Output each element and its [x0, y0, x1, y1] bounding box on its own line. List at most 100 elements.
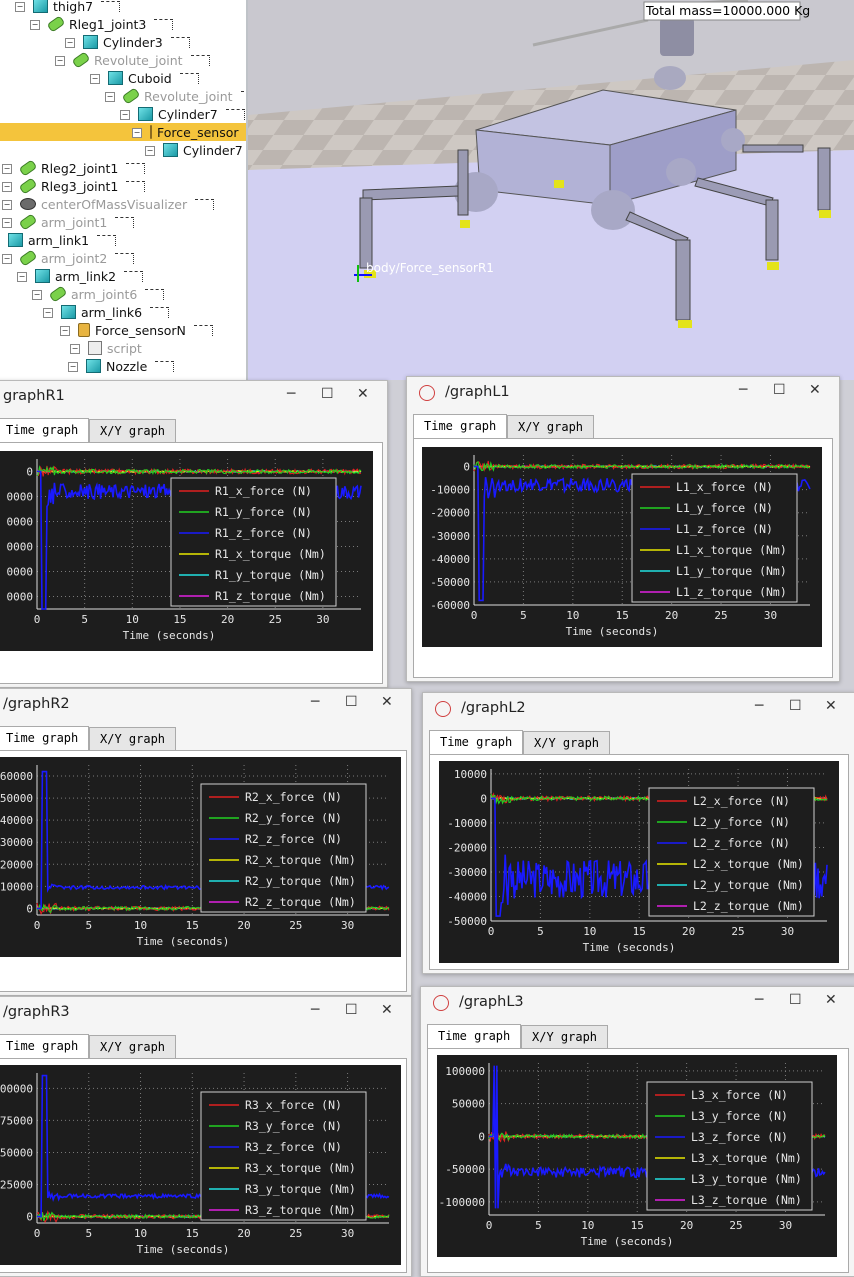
- tree-expander-icon[interactable]: −: [60, 326, 70, 336]
- time-graph-plot[interactable]: 0 5 10 15 20 25 30 0 -10000 -20000 -30000 -40000 -50…: [422, 447, 822, 647]
- tree-expander-icon[interactable]: −: [43, 308, 53, 318]
- tree-item[interactable]: Cylinder3: [83, 33, 190, 51]
- minimize-button[interactable]: ─: [311, 1002, 319, 1018]
- 3d-viewport[interactable]: Total mass=10000.000 Kg body/Force_senso…: [248, 0, 854, 380]
- visibility-toggle-icon[interactable]: [170, 36, 190, 48]
- visibility-toggle-icon[interactable]: [150, 306, 170, 318]
- close-button[interactable]: ✕: [381, 694, 393, 710]
- tree-item[interactable]: Revolute_joint: [121, 87, 246, 105]
- graph-window-r3[interactable]: /graphR3 ─ ☐ ✕ Time graph X/Y graph 0 5 10 15 20 25…: [0, 996, 412, 1277]
- close-button[interactable]: ✕: [809, 382, 821, 398]
- visibility-toggle-icon[interactable]: [115, 216, 135, 228]
- tab-xy-graph[interactable]: X/Y graph: [507, 415, 595, 439]
- visibility-toggle-icon[interactable]: [155, 360, 175, 372]
- maximize-button[interactable]: ☐: [773, 382, 786, 398]
- visibility-toggle-icon[interactable]: [179, 72, 199, 84]
- tree-expander-icon[interactable]: −: [15, 2, 25, 12]
- minimize-button[interactable]: ─: [311, 694, 319, 710]
- tree-item[interactable]: Cylinder7: [138, 105, 245, 123]
- tree-expander-icon[interactable]: −: [70, 344, 80, 354]
- visibility-toggle-icon[interactable]: [115, 252, 135, 264]
- tree-expander-icon[interactable]: −: [2, 200, 12, 210]
- tree-expander-icon[interactable]: −: [145, 146, 155, 156]
- maximize-button[interactable]: ☐: [789, 698, 802, 714]
- tab-xy-graph[interactable]: X/Y graph: [521, 1025, 609, 1049]
- close-button[interactable]: ✕: [381, 1002, 393, 1018]
- tab-xy-graph[interactable]: X/Y graph: [89, 419, 177, 443]
- visibility-toggle-icon[interactable]: [225, 108, 245, 120]
- tree-item[interactable]: Nozzle: [86, 357, 175, 375]
- tab-xy-graph[interactable]: X/Y graph: [523, 731, 611, 755]
- minimize-button[interactable]: ─: [739, 382, 747, 398]
- tree-item[interactable]: Rleg1_joint3: [46, 15, 174, 33]
- tab-time-graph[interactable]: Time graph: [0, 1034, 90, 1060]
- visibility-toggle-icon[interactable]: [126, 180, 146, 192]
- graph-window-l2[interactable]: /graphL2 ─ ☐ ✕ Time graph X/Y graph 0 5 10 15 20 25…: [422, 692, 854, 974]
- tree-expander-icon[interactable]: −: [30, 20, 40, 30]
- tree-expander-icon[interactable]: −: [105, 92, 115, 102]
- tree-item[interactable]: Rleg3_joint1: [18, 177, 146, 195]
- tree-expander-icon[interactable]: −: [2, 254, 12, 264]
- tree-item[interactable]: arm_joint6: [48, 285, 165, 303]
- tree-item[interactable]: arm_link1: [8, 231, 117, 249]
- tree-expander-icon[interactable]: −: [17, 272, 27, 282]
- tree-expander-icon[interactable]: −: [2, 182, 12, 192]
- close-button[interactable]: ✕: [357, 386, 369, 402]
- visibility-toggle-icon[interactable]: [126, 162, 146, 174]
- visibility-toggle-icon[interactable]: [190, 54, 210, 66]
- visibility-toggle-icon[interactable]: [101, 0, 121, 12]
- tab-time-graph[interactable]: Time graph: [427, 1024, 522, 1050]
- maximize-button[interactable]: ☐: [345, 1002, 358, 1018]
- tree-item[interactable]: script: [88, 339, 142, 357]
- tree-expander-icon[interactable]: −: [132, 128, 142, 138]
- visibility-toggle-icon[interactable]: [97, 234, 117, 246]
- tree-expander-icon[interactable]: −: [68, 362, 78, 372]
- window-titlebar[interactable]: /graphR2 ─ ☐ ✕: [0, 689, 411, 719]
- tree-expander-icon[interactable]: −: [90, 74, 100, 84]
- tab-time-graph[interactable]: Time graph: [0, 726, 90, 752]
- visibility-toggle-icon[interactable]: [193, 324, 213, 336]
- tree-expander-icon[interactable]: −: [32, 290, 42, 300]
- time-graph-plot[interactable]: 0 5 10 15 20 25 30 100000 50000 0 -50000 -100000 Tim…: [437, 1055, 837, 1257]
- minimize-button[interactable]: ─: [287, 386, 295, 402]
- tree-item[interactable]: Revolute_joint: [71, 51, 210, 69]
- maximize-button[interactable]: ☐: [789, 992, 802, 1008]
- visibility-toggle-icon[interactable]: [240, 90, 246, 102]
- window-titlebar[interactable]: graphR1 ─ ☐ ✕: [0, 381, 387, 411]
- tree-expander-icon[interactable]: −: [120, 110, 130, 120]
- visibility-toggle-icon[interactable]: [145, 288, 165, 300]
- maximize-button[interactable]: ☐: [321, 386, 334, 402]
- visibility-toggle-icon[interactable]: [195, 198, 215, 210]
- tree-item[interactable]: Cylinder7: [163, 141, 246, 159]
- tree-expander-icon[interactable]: −: [65, 38, 75, 48]
- time-graph-plot[interactable]: 0 5 10 15 20 25 30 0 0000 0000 0000 0000 0000 Time (s…: [0, 451, 373, 651]
- maximize-button[interactable]: ☐: [345, 694, 358, 710]
- tab-xy-graph[interactable]: X/Y graph: [89, 727, 177, 751]
- tree-item[interactable]: arm_joint1: [18, 213, 135, 231]
- visibility-toggle-icon[interactable]: [154, 18, 174, 30]
- tree-item[interactable]: arm_joint2: [18, 249, 135, 267]
- visibility-toggle-icon[interactable]: [124, 270, 144, 282]
- tree-item[interactable]: arm_link2: [35, 267, 144, 285]
- scene-hierarchy-panel[interactable]: thigh7 − Rleg1_joint3 − Cylinder3 − Revolute_j…: [0, 0, 248, 380]
- time-graph-plot[interactable]: 0 5 10 15 20 25 30 10000 0 -10000 -20000 -30000 -400…: [439, 761, 839, 963]
- graph-window-r1[interactable]: graphR1 ─ ☐ ✕ Time graph X/Y graph 0 5 10 15 20 25 3…: [0, 380, 388, 688]
- tree-item[interactable]: Force_sensor: [0, 123, 246, 141]
- tab-xy-graph[interactable]: X/Y graph: [89, 1035, 177, 1059]
- tab-time-graph[interactable]: Time graph: [0, 418, 90, 444]
- tree-item[interactable]: centerOfMassVisualizer: [20, 195, 215, 213]
- window-titlebar[interactable]: /graphL2 ─ ☐ ✕: [423, 693, 854, 723]
- tree-item[interactable]: Cuboid: [108, 69, 199, 87]
- tree-item[interactable]: Rleg2_joint1: [18, 159, 146, 177]
- graph-window-r2[interactable]: /graphR2 ─ ☐ ✕ Time graph X/Y graph 0 5 10 15 20 25…: [0, 688, 412, 996]
- window-titlebar[interactable]: /graphL3 ─ ☐ ✕: [421, 987, 854, 1017]
- tree-expander-icon[interactable]: −: [2, 218, 12, 228]
- time-graph-plot[interactable]: 0 5 10 15 20 25 30 60000 50000 40000 30000 20000 100…: [0, 757, 401, 957]
- tree-expander-icon[interactable]: −: [55, 56, 65, 66]
- tab-time-graph[interactable]: Time graph: [429, 730, 524, 756]
- graph-window-l3[interactable]: /graphL3 ─ ☐ ✕ Time graph X/Y graph 0 5 10 15 20 25…: [420, 986, 854, 1277]
- minimize-button[interactable]: ─: [755, 992, 763, 1008]
- tree-item[interactable]: thigh7: [33, 0, 121, 15]
- tree-expander-icon[interactable]: −: [2, 164, 12, 174]
- tree-item[interactable]: Force_sensorN: [78, 321, 213, 339]
